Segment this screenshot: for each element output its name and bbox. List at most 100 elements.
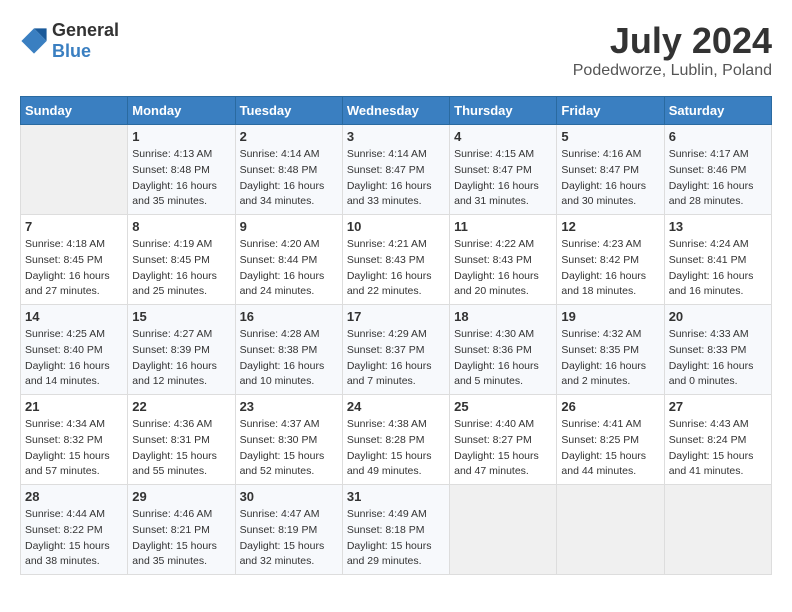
calendar-cell: 18 Sunrise: 4:30 AM Sunset: 8:36 PM Dayli… <box>450 305 557 395</box>
day-info: Sunrise: 4:30 AM Sunset: 8:36 PM Dayligh… <box>454 327 552 390</box>
day-info: Sunrise: 4:25 AM Sunset: 8:40 PM Dayligh… <box>25 327 123 390</box>
calendar-table: SundayMondayTuesdayWednesdayThursdayFrid… <box>20 96 772 575</box>
day-info: Sunrise: 4:13 AM Sunset: 8:48 PM Dayligh… <box>132 147 230 210</box>
day-info: Sunrise: 4:38 AM Sunset: 8:28 PM Dayligh… <box>347 417 445 480</box>
day-number: 5 <box>561 129 659 144</box>
calendar-cell: 1Sunrise: 4:13 AM Sunset: 8:48 PM Daylig… <box>128 125 235 215</box>
calendar-cell: 22 Sunrise: 4:36 AM Sunset: 8:31 PM Dayli… <box>128 395 235 485</box>
day-info: Sunrise: 4:43 AM Sunset: 8:24 PM Dayligh… <box>669 417 767 480</box>
logo-general: General <box>52 20 119 40</box>
day-info: Sunrise: 4:24 AM Sunset: 8:41 PM Dayligh… <box>669 237 767 300</box>
day-number: 11 <box>454 219 552 234</box>
col-header-friday: Friday <box>557 97 664 125</box>
calendar-cell: 15 Sunrise: 4:27 AM Sunset: 8:39 PM Dayli… <box>128 305 235 395</box>
day-info: Sunrise: 4:22 AM Sunset: 8:43 PM Dayligh… <box>454 237 552 300</box>
calendar-week-row: 7 Sunrise: 4:18 AM Sunset: 8:45 PM Daylig… <box>21 215 772 305</box>
day-number: 10 <box>347 219 445 234</box>
calendar-cell: 9Sunrise: 4:20 AM Sunset: 8:44 PM Daylig… <box>235 215 342 305</box>
day-number: 19 <box>561 309 659 324</box>
calendar-cell: 26Sunrise: 4:41 AM Sunset: 8:25 PM Dayli… <box>557 395 664 485</box>
location-title: Podedworze, Lublin, Poland <box>573 62 772 80</box>
day-number: 28 <box>25 489 123 504</box>
day-number: 6 <box>669 129 767 144</box>
day-number: 18 <box>454 309 552 324</box>
day-number: 21 <box>25 399 123 414</box>
day-info: Sunrise: 4:41 AM Sunset: 8:25 PM Dayligh… <box>561 417 659 480</box>
day-info: Sunrise: 4:18 AM Sunset: 8:45 PM Dayligh… <box>25 237 123 300</box>
day-info: Sunrise: 4:15 AM Sunset: 8:47 PM Dayligh… <box>454 147 552 210</box>
day-info: Sunrise: 4:21 AM Sunset: 8:43 PM Dayligh… <box>347 237 445 300</box>
calendar-cell: 30 Sunrise: 4:47 AM Sunset: 8:19 PM Dayli… <box>235 485 342 575</box>
day-number: 23 <box>240 399 338 414</box>
day-number: 8 <box>132 219 230 234</box>
day-info: Sunrise: 4:37 AM Sunset: 8:30 PM Dayligh… <box>240 417 338 480</box>
calendar-cell: 7 Sunrise: 4:18 AM Sunset: 8:45 PM Daylig… <box>21 215 128 305</box>
col-header-thursday: Thursday <box>450 97 557 125</box>
day-number: 31 <box>347 489 445 504</box>
calendar-cell: 20 Sunrise: 4:33 AM Sunset: 8:33 PM Dayli… <box>664 305 771 395</box>
day-info: Sunrise: 4:44 AM Sunset: 8:22 PM Dayligh… <box>25 507 123 570</box>
calendar-cell: 17 Sunrise: 4:29 AM Sunset: 8:37 PM Dayli… <box>342 305 449 395</box>
day-info: Sunrise: 4:32 AM Sunset: 8:35 PM Dayligh… <box>561 327 659 390</box>
logo-blue: Blue <box>52 41 91 61</box>
calendar-cell: 27Sunrise: 4:43 AM Sunset: 8:24 PM Dayli… <box>664 395 771 485</box>
day-number: 17 <box>347 309 445 324</box>
day-number: 15 <box>132 309 230 324</box>
title-block: July 2024 Podedworze, Lublin, Poland <box>573 20 772 80</box>
day-info: Sunrise: 4:19 AM Sunset: 8:45 PM Dayligh… <box>132 237 230 300</box>
day-number: 2 <box>240 129 338 144</box>
calendar-cell: 31 Sunrise: 4:49 AM Sunset: 8:18 PM Dayli… <box>342 485 449 575</box>
day-number: 24 <box>347 399 445 414</box>
calendar-cell <box>21 125 128 215</box>
logo: General Blue <box>20 20 119 62</box>
col-header-monday: Monday <box>128 97 235 125</box>
day-info: Sunrise: 4:36 AM Sunset: 8:31 PM Dayligh… <box>132 417 230 480</box>
day-number: 16 <box>240 309 338 324</box>
logo-text: General Blue <box>52 20 119 62</box>
calendar-cell: 6Sunrise: 4:17 AM Sunset: 8:46 PM Daylig… <box>664 125 771 215</box>
day-info: Sunrise: 4:46 AM Sunset: 8:21 PM Dayligh… <box>132 507 230 570</box>
calendar-cell: 29Sunrise: 4:46 AM Sunset: 8:21 PM Dayli… <box>128 485 235 575</box>
day-number: 12 <box>561 219 659 234</box>
calendar-cell: 11 Sunrise: 4:22 AM Sunset: 8:43 PM Dayli… <box>450 215 557 305</box>
day-info: Sunrise: 4:14 AM Sunset: 8:48 PM Dayligh… <box>240 147 338 210</box>
calendar-week-row: 1Sunrise: 4:13 AM Sunset: 8:48 PM Daylig… <box>21 125 772 215</box>
day-info: Sunrise: 4:47 AM Sunset: 8:19 PM Dayligh… <box>240 507 338 570</box>
day-info: Sunrise: 4:28 AM Sunset: 8:38 PM Dayligh… <box>240 327 338 390</box>
col-header-saturday: Saturday <box>664 97 771 125</box>
day-info: Sunrise: 4:49 AM Sunset: 8:18 PM Dayligh… <box>347 507 445 570</box>
calendar-cell: 23 Sunrise: 4:37 AM Sunset: 8:30 PM Dayli… <box>235 395 342 485</box>
calendar-cell: 10 Sunrise: 4:21 AM Sunset: 8:43 PM Dayli… <box>342 215 449 305</box>
calendar-cell <box>664 485 771 575</box>
calendar-cell: 4Sunrise: 4:15 AM Sunset: 8:47 PM Daylig… <box>450 125 557 215</box>
col-header-tuesday: Tuesday <box>235 97 342 125</box>
day-info: Sunrise: 4:29 AM Sunset: 8:37 PM Dayligh… <box>347 327 445 390</box>
day-info: Sunrise: 4:14 AM Sunset: 8:47 PM Dayligh… <box>347 147 445 210</box>
calendar-cell: 3Sunrise: 4:14 AM Sunset: 8:47 PM Daylig… <box>342 125 449 215</box>
month-title: July 2024 <box>573 20 772 62</box>
day-number: 25 <box>454 399 552 414</box>
calendar-cell: 16 Sunrise: 4:28 AM Sunset: 8:38 PM Dayli… <box>235 305 342 395</box>
day-info: Sunrise: 4:33 AM Sunset: 8:33 PM Dayligh… <box>669 327 767 390</box>
calendar-cell: 5 Sunrise: 4:16 AM Sunset: 8:47 PM Daylig… <box>557 125 664 215</box>
day-number: 9 <box>240 219 338 234</box>
day-info: Sunrise: 4:23 AM Sunset: 8:42 PM Dayligh… <box>561 237 659 300</box>
calendar-cell: 14 Sunrise: 4:25 AM Sunset: 8:40 PM Dayli… <box>21 305 128 395</box>
col-header-wednesday: Wednesday <box>342 97 449 125</box>
day-info: Sunrise: 4:27 AM Sunset: 8:39 PM Dayligh… <box>132 327 230 390</box>
calendar-week-row: 21Sunrise: 4:34 AM Sunset: 8:32 PM Dayli… <box>21 395 772 485</box>
day-number: 14 <box>25 309 123 324</box>
day-number: 22 <box>132 399 230 414</box>
calendar-cell: 13Sunrise: 4:24 AM Sunset: 8:41 PM Dayli… <box>664 215 771 305</box>
calendar-header-row: SundayMondayTuesdayWednesdayThursdayFrid… <box>21 97 772 125</box>
calendar-cell: 8 Sunrise: 4:19 AM Sunset: 8:45 PM Daylig… <box>128 215 235 305</box>
day-number: 30 <box>240 489 338 504</box>
calendar-cell: 21Sunrise: 4:34 AM Sunset: 8:32 PM Dayli… <box>21 395 128 485</box>
day-info: Sunrise: 4:16 AM Sunset: 8:47 PM Dayligh… <box>561 147 659 210</box>
calendar-cell: 28 Sunrise: 4:44 AM Sunset: 8:22 PM Dayli… <box>21 485 128 575</box>
calendar-cell <box>450 485 557 575</box>
page-header: General Blue July 2024 Podedworze, Lubli… <box>20 20 772 80</box>
calendar-cell: 2 Sunrise: 4:14 AM Sunset: 8:48 PM Daylig… <box>235 125 342 215</box>
day-number: 20 <box>669 309 767 324</box>
day-number: 7 <box>25 219 123 234</box>
